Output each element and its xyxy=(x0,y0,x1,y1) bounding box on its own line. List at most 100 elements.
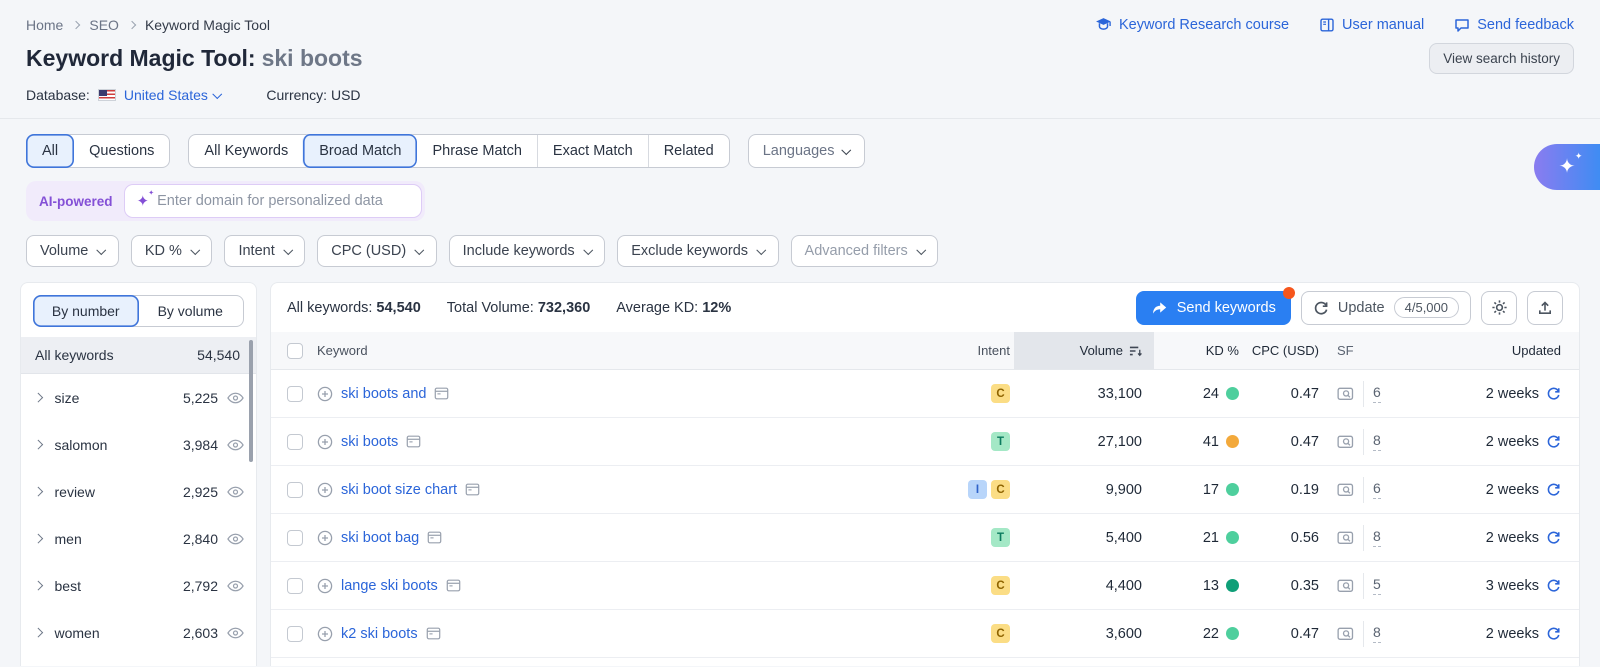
serp-preview-icon[interactable] xyxy=(1337,386,1354,402)
tab-related[interactable]: Related xyxy=(648,135,729,167)
refresh-icon[interactable] xyxy=(1546,626,1561,641)
serp-preview-icon[interactable] xyxy=(1337,530,1354,546)
domain-input[interactable] xyxy=(157,193,408,209)
serp-window-icon[interactable] xyxy=(465,483,480,496)
serp-window-icon[interactable] xyxy=(434,387,449,400)
refresh-icon[interactable] xyxy=(1546,386,1561,401)
intent-badge-commercial[interactable]: C xyxy=(991,624,1010,643)
update-button[interactable]: Update 4/5,000 xyxy=(1301,291,1471,325)
header-intent[interactable]: Intent xyxy=(977,343,1010,358)
eye-icon[interactable] xyxy=(227,392,244,404)
send-keywords-button[interactable]: Send keywords xyxy=(1136,291,1291,325)
row-checkbox[interactable] xyxy=(287,386,303,402)
ai-assistant-button[interactable]: ✦ xyxy=(1534,144,1600,190)
filter-kd[interactable]: KD % xyxy=(131,235,213,267)
serp-preview-icon[interactable] xyxy=(1337,626,1354,642)
intent-badge-informational[interactable]: I xyxy=(968,480,987,499)
intent-badge-commercial[interactable]: C xyxy=(991,384,1010,403)
send-feedback-link[interactable]: Send feedback xyxy=(1454,17,1574,33)
user-manual-link[interactable]: User manual xyxy=(1319,17,1424,33)
sidebar-group-best[interactable]: best 2,792 xyxy=(21,562,256,609)
tab-all[interactable]: All xyxy=(26,134,74,168)
eye-icon[interactable] xyxy=(227,439,244,451)
tab-phrase-match[interactable]: Phrase Match xyxy=(416,135,536,167)
row-checkbox[interactable] xyxy=(287,530,303,546)
keyword-research-course-link[interactable]: Keyword Research course xyxy=(1095,16,1289,33)
row-checkbox[interactable] xyxy=(287,482,303,498)
filter-include-keywords[interactable]: Include keywords xyxy=(449,235,606,267)
add-to-list-icon[interactable] xyxy=(317,578,333,594)
row-checkbox[interactable] xyxy=(287,626,303,642)
header-kd[interactable]: KD % xyxy=(1206,343,1239,358)
sidebar-scrollbar[interactable] xyxy=(249,340,253,462)
header-cpc[interactable]: CPC (USD) xyxy=(1252,343,1319,358)
sidebar-group-review[interactable]: review 2,925 xyxy=(21,468,256,515)
refresh-icon[interactable] xyxy=(1546,434,1561,449)
breadcrumb-home[interactable]: Home xyxy=(26,17,63,33)
intent-badge-transactional[interactable]: T xyxy=(991,528,1010,547)
toggle-by-volume[interactable]: By volume xyxy=(138,296,244,326)
serp-preview-icon[interactable] xyxy=(1337,434,1354,450)
keyword-link[interactable]: ski boot size chart xyxy=(341,482,457,498)
tab-broad-match[interactable]: Broad Match xyxy=(302,134,417,168)
header-volume[interactable]: Volume xyxy=(1014,332,1154,369)
serp-window-icon[interactable] xyxy=(446,579,461,592)
sidebar-group-men[interactable]: men 2,840 xyxy=(21,515,256,562)
serp-window-icon[interactable] xyxy=(426,627,441,640)
filter-advanced[interactable]: Advanced filters xyxy=(791,235,939,267)
header-updated[interactable]: Updated xyxy=(1512,343,1561,358)
refresh-icon[interactable] xyxy=(1546,530,1561,545)
add-to-list-icon[interactable] xyxy=(317,626,333,642)
filter-volume[interactable]: Volume xyxy=(26,235,119,267)
keyword-link[interactable]: ski boots xyxy=(341,434,398,450)
sf-count[interactable]: 6 xyxy=(1373,384,1381,403)
intent-badge-commercial[interactable]: C xyxy=(991,480,1010,499)
filter-exclude-keywords[interactable]: Exclude keywords xyxy=(617,235,778,267)
add-to-list-icon[interactable] xyxy=(317,434,333,450)
row-checkbox[interactable] xyxy=(287,578,303,594)
row-checkbox[interactable] xyxy=(287,434,303,450)
database-selector[interactable]: United States xyxy=(124,87,221,103)
refresh-icon[interactable] xyxy=(1546,482,1561,497)
tab-all-keywords[interactable]: All Keywords xyxy=(189,135,303,167)
serp-preview-icon[interactable] xyxy=(1337,482,1354,498)
add-to-list-icon[interactable] xyxy=(317,530,333,546)
toggle-by-number[interactable]: By number xyxy=(33,295,139,327)
eye-icon[interactable] xyxy=(227,486,244,498)
sidebar-group-women[interactable]: women 2,603 xyxy=(21,609,256,656)
keyword-link[interactable]: ski boots and xyxy=(341,386,426,402)
header-sf[interactable]: SF xyxy=(1337,343,1354,358)
serp-preview-icon[interactable] xyxy=(1337,578,1354,594)
serp-window-icon[interactable] xyxy=(427,531,442,544)
tab-exact-match[interactable]: Exact Match xyxy=(537,135,648,167)
languages-dropdown[interactable]: Languages xyxy=(748,134,865,168)
intent-badge-transactional[interactable]: T xyxy=(991,432,1010,451)
filter-intent[interactable]: Intent xyxy=(224,235,305,267)
keyword-link[interactable]: k2 ski boots xyxy=(341,626,418,642)
eye-icon[interactable] xyxy=(227,533,244,545)
sf-count[interactable]: 8 xyxy=(1373,624,1381,643)
refresh-icon[interactable] xyxy=(1546,578,1561,593)
eye-icon[interactable] xyxy=(227,580,244,592)
settings-button[interactable] xyxy=(1481,291,1517,325)
tab-questions[interactable]: Questions xyxy=(73,135,169,167)
sidebar-group-salomon[interactable]: salomon 3,984 xyxy=(21,421,256,468)
eye-icon[interactable] xyxy=(227,627,244,639)
add-to-list-icon[interactable] xyxy=(317,386,333,402)
sf-count[interactable]: 8 xyxy=(1373,528,1381,547)
intent-badge-commercial[interactable]: C xyxy=(991,576,1010,595)
breadcrumb-seo[interactable]: SEO xyxy=(89,17,119,33)
sidebar-group-size[interactable]: size 5,225 xyxy=(21,374,256,421)
sf-count[interactable]: 5 xyxy=(1373,576,1381,595)
filter-cpc[interactable]: CPC (USD) xyxy=(317,235,436,267)
view-search-history-button[interactable]: View search history xyxy=(1429,43,1574,74)
serp-window-icon[interactable] xyxy=(406,435,421,448)
add-to-list-icon[interactable] xyxy=(317,482,333,498)
sf-count[interactable]: 6 xyxy=(1373,480,1381,499)
sf-count[interactable]: 8 xyxy=(1373,432,1381,451)
keyword-link[interactable]: ski boot bag xyxy=(341,530,419,546)
header-keyword[interactable]: Keyword xyxy=(317,343,368,358)
sidebar-all-keywords[interactable]: All keywords 54,540 xyxy=(21,337,256,374)
keyword-link[interactable]: lange ski boots xyxy=(341,578,438,594)
select-all-checkbox[interactable] xyxy=(287,343,303,359)
